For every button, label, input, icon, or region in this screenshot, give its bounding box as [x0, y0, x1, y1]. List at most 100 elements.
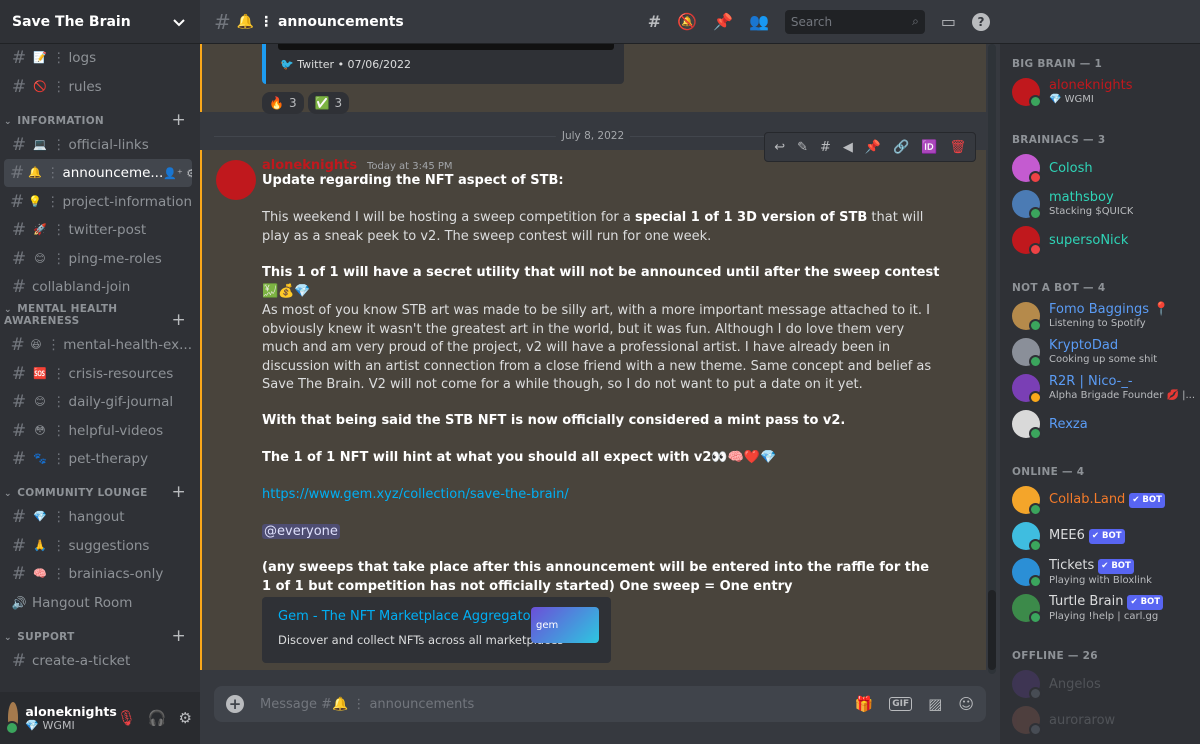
scrollbar[interactable]	[988, 44, 996, 674]
channel-official-links[interactable]: # 💻 ⋮ official-links	[4, 131, 192, 159]
avatar	[1012, 78, 1042, 108]
inbox-icon[interactable]: ▭	[941, 12, 956, 31]
everyone-mention[interactable]: @everyone	[262, 524, 340, 539]
member-item[interactable]: Turtle Brain ✔ BOT Playing !help | carl.gg	[1010, 590, 1200, 626]
member-item[interactable]: Collab.Land ✔ BOT	[1010, 482, 1200, 518]
member-item[interactable]: Fomo Baggings 📍 Listening to Spotify	[1010, 298, 1200, 334]
pin-icon[interactable]: 📌	[713, 12, 733, 31]
channel-project-information[interactable]: # 💡 ⋮ project-information	[4, 188, 192, 216]
channel-ping-me-roles[interactable]: # 😊 ⋮ ping-me-roles	[4, 245, 192, 273]
add-channel-icon[interactable]: +	[171, 484, 186, 501]
channel-settings-icon[interactable]: 👤⁺ ⚙	[163, 167, 192, 180]
hash-icon: #	[10, 163, 25, 183]
publish-icon[interactable]: ◀	[843, 140, 853, 155]
channel-label: suggestions	[68, 537, 150, 554]
avatar[interactable]	[5, 702, 20, 735]
username: aloneknights	[25, 704, 117, 719]
channel-crisis-resources[interactable]: # 🆘 ⋮ crisis-resources	[4, 360, 192, 388]
notification-bell-muted-icon[interactable]: 🔕	[677, 12, 697, 31]
mute-mic-icon[interactable]: 🎙	[117, 709, 136, 727]
member-item[interactable]: Rexza	[1010, 406, 1200, 442]
member-item[interactable]: aurorarow	[1010, 702, 1200, 738]
create-thread-icon[interactable]: #	[820, 140, 831, 155]
member-name: aurorarow	[1049, 712, 1116, 728]
search-input[interactable]: Search ⌕	[784, 9, 925, 34]
channel-label: Hangout Room	[32, 594, 133, 611]
member-item[interactable]: supersoNick	[1010, 222, 1200, 258]
help-icon[interactable]: ?	[972, 12, 990, 31]
channel-hangout-room[interactable]: 🔊 Hangout Room	[4, 589, 192, 617]
copy-link-icon[interactable]: 🔗	[893, 140, 909, 155]
member-item[interactable]: R2R | Nico-_- Alpha Brigade Founder 💋 |..…	[1010, 370, 1200, 406]
channel-hangout[interactable]: # 💎 ⋮ hangout	[4, 503, 192, 531]
message-composer[interactable]: + Message #🔔 ⋮ announcements 🎁 GIF ▨ ☺	[214, 686, 986, 722]
reaction[interactable]: 🔥 3	[262, 92, 304, 114]
channel-pet-therapy[interactable]: # 🐾 ⋮ pet-therapy	[4, 445, 192, 473]
hash-icon: #	[10, 191, 25, 212]
avatar	[1012, 154, 1042, 184]
member-item[interactable]: MEE6 ✔ BOT	[1010, 518, 1200, 554]
member-item[interactable]: Angelos	[1010, 666, 1200, 702]
sticker-icon[interactable]: ▨	[928, 695, 942, 713]
channel-daily-gif-journal[interactable]: # 😊 ⋮ daily-gif-journal	[4, 388, 192, 416]
reply-icon[interactable]: ↩	[774, 140, 785, 155]
channel-collabland-join[interactable]: # collabland-join	[4, 273, 192, 301]
twitter-embed[interactable]: 🐦 Twitter • 07/06/2022	[262, 44, 624, 84]
copy-id-icon[interactable]: 🆔	[921, 140, 937, 155]
emoji-picker-icon[interactable]: ☺	[958, 695, 974, 713]
threads-icon[interactable]: #	[648, 12, 661, 31]
category-header[interactable]: ⌄ MENTAL HEALTH AWARENESS +	[4, 303, 192, 331]
collapse-chevron-icon: ⌄	[4, 116, 16, 127]
channel-logs[interactable]: # 📝 ⋮ logs	[4, 44, 192, 72]
previous-message: 🐦 Twitter • 07/06/2022 🔥 3 ✅ 3	[200, 44, 986, 114]
member-item[interactable]: mathsboy Stacking $QUICK	[1010, 186, 1200, 222]
member-item[interactable]: Colosh	[1010, 150, 1200, 186]
author-avatar[interactable]	[216, 160, 256, 200]
channel-helpful-videos[interactable]: # 😳 ⋮ helpful-videos	[4, 417, 192, 445]
settings-gear-icon[interactable]: ⚙	[179, 709, 192, 727]
channel-twitter-post[interactable]: # 🚀 ⋮ twitter-post	[4, 216, 192, 244]
add-channel-icon[interactable]: +	[171, 627, 186, 644]
member-item[interactable]: Tickets ✔ BOT Playing with Bloxlink	[1010, 554, 1200, 590]
chevron-down-icon[interactable]	[170, 13, 188, 31]
channel-mental-health-ex-[interactable]: # 😆 ⋮ mental-health-ex...	[4, 331, 192, 359]
pin-message-icon[interactable]: 📌	[865, 140, 881, 155]
channel-create-a-ticket[interactable]: # create-a-ticket	[4, 647, 192, 675]
member-item[interactable]: KryptoDad Cooking up some shit	[1010, 334, 1200, 370]
link-embed[interactable]: Gem - The NFT Marketplace Aggregator Dis…	[262, 597, 611, 663]
member-name: KryptoDad	[1049, 338, 1119, 353]
channel-rules[interactable]: # 🚫 ⋮ rules	[4, 73, 192, 101]
edit-icon[interactable]: ✎	[797, 140, 808, 155]
gift-icon[interactable]: 🎁	[855, 695, 874, 713]
channel-label: rules	[68, 78, 102, 95]
upload-plus-icon[interactable]: +	[226, 695, 244, 713]
paragraph-sweep: This weekend I will be hosting a sweep c…	[262, 209, 942, 246]
add-channel-icon[interactable]: +	[171, 111, 186, 128]
server-name: Save The Brain	[12, 13, 131, 30]
reaction[interactable]: ✅ 3	[307, 92, 350, 114]
headphones-icon[interactable]: 🎧	[148, 709, 167, 727]
collapse-chevron-icon: ⌄	[4, 489, 16, 499]
channel-brainiacs-only[interactable]: # 🧠 ⋮ brainiacs-only	[4, 560, 192, 588]
embed-title[interactable]: Gem - The NFT Marketplace Aggregator	[278, 609, 536, 624]
channel-label: helpful-videos	[68, 422, 164, 439]
gif-button[interactable]: GIF	[889, 697, 913, 711]
channel-emoji-icon: 💡	[28, 194, 42, 208]
category-header[interactable]: ⌄ COMMUNITY LOUNGE +	[4, 477, 192, 503]
category-header[interactable]: ⌄ INFORMATION +	[4, 105, 192, 131]
add-channel-icon[interactable]: +	[171, 312, 186, 329]
announcement-message: ↩ ✎ # ◀ 📌 🔗 🆔 🗑 aloneknights Today at 3:…	[200, 132, 986, 670]
message-author[interactable]: aloneknights	[262, 158, 357, 173]
category-header[interactable]: ⌄ SUPPORT +	[4, 621, 192, 647]
channel-label: official-links	[68, 136, 149, 153]
channel-announceme-[interactable]: # 🔔 ⋮ announceme... 👤⁺ ⚙	[4, 159, 192, 187]
channel-suggestions[interactable]: # 🙏 ⋮ suggestions	[4, 532, 192, 560]
delete-icon[interactable]: 🗑	[949, 140, 966, 155]
scrollbar-thumb[interactable]	[988, 590, 996, 670]
avatar	[1012, 594, 1042, 624]
member-item[interactable]: aloneknights 💎 WGMI	[1010, 74, 1200, 110]
hash-icon: #	[11, 650, 27, 671]
member-list-icon[interactable]: 👥	[749, 12, 769, 31]
gem-link[interactable]: https://www.gem.xyz/collection/save-the-…	[262, 487, 569, 502]
server-header[interactable]: Save The Brain	[0, 0, 200, 44]
